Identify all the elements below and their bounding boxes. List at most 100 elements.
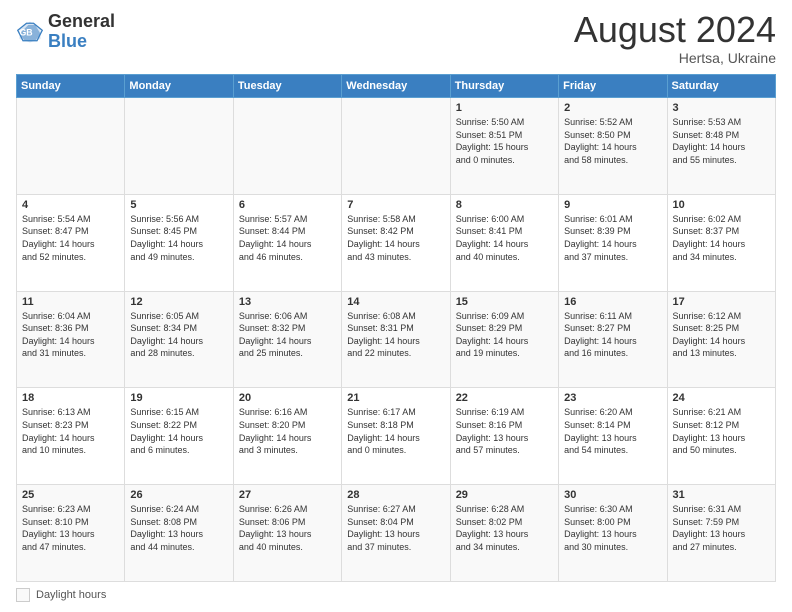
table-row: 19 Sunrise: 6:15 AM Sunset: 8:22 PM Dayli… [125, 388, 233, 485]
day-info: Sunrise: 6:26 AM Sunset: 8:06 PM Dayligh… [239, 503, 336, 553]
day-info: Sunrise: 6:01 AM Sunset: 8:39 PM Dayligh… [564, 213, 661, 263]
table-row: 27Sunrise: 6:26 AM Sunset: 8:06 PM Dayli… [233, 485, 341, 582]
table-row: 8 Sunrise: 6:00 AM Sunset: 8:41 PM Daylig… [450, 194, 558, 291]
logo: GB General Blue [16, 12, 115, 52]
header-sunday: Sunday [17, 75, 125, 98]
table-row [17, 98, 125, 195]
calendar-header-row: Sunday Monday Tuesday Wednesday Thursday… [17, 75, 776, 98]
table-row: 28 Sunrise: 6:27 AM Sunset: 8:04 PM Dayli… [342, 485, 450, 582]
day-number: 23 [564, 392, 661, 404]
day-number: 15 [456, 296, 553, 308]
day-number: 13 [239, 296, 336, 308]
day-number: 7 [347, 199, 444, 211]
day-info: Sunrise: 6:09 AM Sunset: 8:29 PM Dayligh… [456, 310, 553, 360]
day-number: 1 [456, 102, 553, 114]
day-info: Sunrise: 6:17 AM Sunset: 8:18 PM Dayligh… [347, 406, 444, 456]
table-row: 9 Sunrise: 6:01 AM Sunset: 8:39 PM Daylig… [559, 194, 667, 291]
table-row: 10 Sunrise: 6:02 AM Sunset: 8:37 PM Dayli… [667, 194, 775, 291]
calendar-week-2: 11 Sunrise: 6:04 AM Sunset: 8:36 PM Dayli… [17, 291, 776, 388]
table-row: 20 Sunrise: 6:16 AM Sunset: 8:20 PM Dayli… [233, 388, 341, 485]
table-row: 15 Sunrise: 6:09 AM Sunset: 8:29 PM Dayli… [450, 291, 558, 388]
legend-label: Daylight hours [36, 589, 106, 601]
day-info: Sunrise: 5:57 AM Sunset: 8:44 PM Dayligh… [239, 213, 336, 263]
day-number: 6 [239, 199, 336, 211]
table-row [233, 98, 341, 195]
day-info: Sunrise: 6:16 AM Sunset: 8:20 PM Dayligh… [239, 406, 336, 456]
table-row: 22 Sunrise: 6:19 AM Sunset: 8:16 PM Dayli… [450, 388, 558, 485]
table-row: 4 Sunrise: 5:54 AM Sunset: 8:47 PM Daylig… [17, 194, 125, 291]
logo-text: General Blue [48, 12, 115, 52]
day-number: 4 [22, 199, 119, 211]
day-info: Sunrise: 6:02 AM Sunset: 8:37 PM Dayligh… [673, 213, 770, 263]
day-number: 28 [347, 489, 444, 501]
day-info: Sunrise: 6:06 AM Sunset: 8:32 PM Dayligh… [239, 310, 336, 360]
table-row: 2 Sunrise: 5:52 AM Sunset: 8:50 PM Daylig… [559, 98, 667, 195]
calendar-week-1: 4 Sunrise: 5:54 AM Sunset: 8:47 PM Daylig… [17, 194, 776, 291]
day-number: 5 [130, 199, 227, 211]
table-row [342, 98, 450, 195]
logo-icon: GB [16, 18, 44, 46]
table-row: 18 Sunrise: 6:13 AM Sunset: 8:23 PM Dayli… [17, 388, 125, 485]
day-info: Sunrise: 6:13 AM Sunset: 8:23 PM Dayligh… [22, 406, 119, 456]
day-number: 2 [564, 102, 661, 114]
legend: Daylight hours [16, 588, 776, 602]
day-number: 29 [456, 489, 553, 501]
header-friday: Friday [559, 75, 667, 98]
header-monday: Monday [125, 75, 233, 98]
header-thursday: Thursday [450, 75, 558, 98]
day-info: Sunrise: 5:54 AM Sunset: 8:47 PM Dayligh… [22, 213, 119, 263]
day-info: Sunrise: 6:28 AM Sunset: 8:02 PM Dayligh… [456, 503, 553, 553]
day-info: Sunrise: 6:12 AM Sunset: 8:25 PM Dayligh… [673, 310, 770, 360]
table-row: 12Sunrise: 6:05 AM Sunset: 8:34 PM Dayli… [125, 291, 233, 388]
location-subtitle: Hertsa, Ukraine [574, 50, 776, 66]
day-number: 22 [456, 392, 553, 404]
day-number: 10 [673, 199, 770, 211]
table-row: 21 Sunrise: 6:17 AM Sunset: 8:18 PM Dayli… [342, 388, 450, 485]
day-info: Sunrise: 6:30 AM Sunset: 8:00 PM Dayligh… [564, 503, 661, 553]
table-row: 25Sunrise: 6:23 AM Sunset: 8:10 PM Dayli… [17, 485, 125, 582]
day-info: Sunrise: 6:11 AM Sunset: 8:27 PM Dayligh… [564, 310, 661, 360]
day-info: Sunrise: 5:50 AM Sunset: 8:51 PM Dayligh… [456, 116, 553, 166]
svg-text:GB: GB [20, 27, 33, 37]
day-info: Sunrise: 6:19 AM Sunset: 8:16 PM Dayligh… [456, 406, 553, 456]
day-info: Sunrise: 6:00 AM Sunset: 8:41 PM Dayligh… [456, 213, 553, 263]
day-number: 21 [347, 392, 444, 404]
day-number: 17 [673, 296, 770, 308]
table-row: 29 Sunrise: 6:28 AM Sunset: 8:02 PM Dayli… [450, 485, 558, 582]
day-number: 9 [564, 199, 661, 211]
day-number: 26 [130, 489, 227, 501]
day-info: Sunrise: 6:15 AM Sunset: 8:22 PM Dayligh… [130, 406, 227, 456]
day-info: Sunrise: 5:56 AM Sunset: 8:45 PM Dayligh… [130, 213, 227, 263]
header-tuesday: Tuesday [233, 75, 341, 98]
table-row: 14Sunrise: 6:08 AM Sunset: 8:31 PM Dayli… [342, 291, 450, 388]
day-info: Sunrise: 6:21 AM Sunset: 8:12 PM Dayligh… [673, 406, 770, 456]
day-number: 8 [456, 199, 553, 211]
day-number: 3 [673, 102, 770, 114]
day-info: Sunrise: 5:58 AM Sunset: 8:42 PM Dayligh… [347, 213, 444, 263]
table-row: 6 Sunrise: 5:57 AM Sunset: 8:44 PM Daylig… [233, 194, 341, 291]
table-row: 24 Sunrise: 6:21 AM Sunset: 8:12 PM Dayli… [667, 388, 775, 485]
day-number: 19 [130, 392, 227, 404]
day-info: Sunrise: 5:53 AM Sunset: 8:48 PM Dayligh… [673, 116, 770, 166]
day-info: Sunrise: 6:04 AM Sunset: 8:36 PM Dayligh… [22, 310, 119, 360]
table-row: 23Sunrise: 6:20 AM Sunset: 8:14 PM Dayli… [559, 388, 667, 485]
table-row: 5 Sunrise: 5:56 AM Sunset: 8:45 PM Daylig… [125, 194, 233, 291]
table-row: 7 Sunrise: 5:58 AM Sunset: 8:42 PM Daylig… [342, 194, 450, 291]
day-info: Sunrise: 6:27 AM Sunset: 8:04 PM Dayligh… [347, 503, 444, 553]
day-info: Sunrise: 5:52 AM Sunset: 8:50 PM Dayligh… [564, 116, 661, 166]
day-info: Sunrise: 6:31 AM Sunset: 7:59 PM Dayligh… [673, 503, 770, 553]
calendar-week-0: 1 Sunrise: 5:50 AM Sunset: 8:51 PM Daylig… [17, 98, 776, 195]
day-number: 20 [239, 392, 336, 404]
month-title: August 2024 [574, 12, 776, 48]
calendar-week-3: 18 Sunrise: 6:13 AM Sunset: 8:23 PM Dayli… [17, 388, 776, 485]
table-row [125, 98, 233, 195]
day-info: Sunrise: 6:05 AM Sunset: 8:34 PM Dayligh… [130, 310, 227, 360]
day-number: 24 [673, 392, 770, 404]
page: GB General Blue August 2024 Hertsa, Ukra… [0, 0, 792, 612]
day-number: 11 [22, 296, 119, 308]
calendar-week-4: 25Sunrise: 6:23 AM Sunset: 8:10 PM Dayli… [17, 485, 776, 582]
day-number: 18 [22, 392, 119, 404]
table-row: 11 Sunrise: 6:04 AM Sunset: 8:36 PM Dayli… [17, 291, 125, 388]
day-info: Sunrise: 6:24 AM Sunset: 8:08 PM Dayligh… [130, 503, 227, 553]
day-info: Sunrise: 6:23 AM Sunset: 8:10 PM Dayligh… [22, 503, 119, 553]
